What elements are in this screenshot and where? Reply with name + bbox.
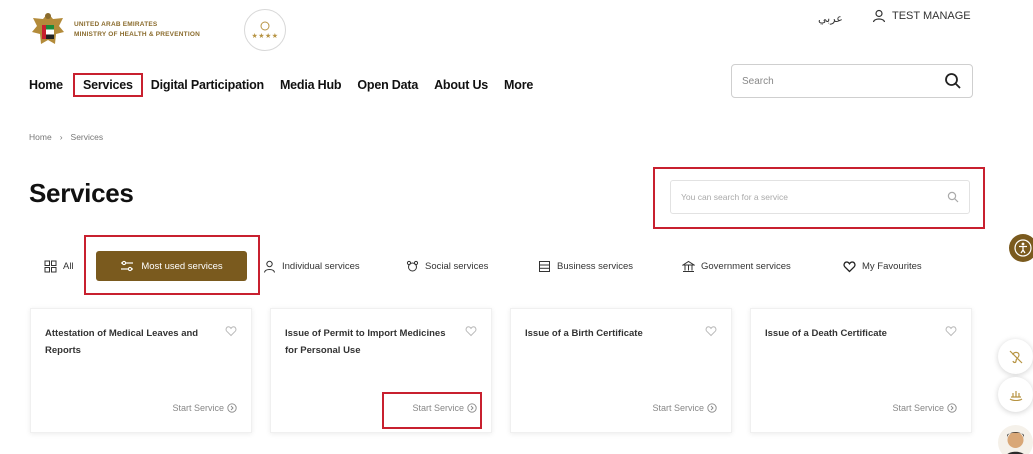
user-icon xyxy=(872,9,886,23)
tab-individual-services[interactable]: Individual services xyxy=(263,252,360,280)
breadcrumb-services: Services xyxy=(70,132,104,142)
nav-media-hub[interactable]: Media Hub xyxy=(280,78,342,92)
heart-icon xyxy=(843,260,856,272)
building-icon xyxy=(539,260,550,272)
tab-most-used-services[interactable]: Most used services xyxy=(96,251,247,281)
tab-my-favourites[interactable]: My Favourites xyxy=(843,252,922,280)
heart-icon[interactable] xyxy=(225,325,237,337)
breadcrumb-home[interactable]: Home xyxy=(29,132,52,142)
site-search-input[interactable]: Search xyxy=(731,64,973,98)
main-nav: Home Services Digital Participation Medi… xyxy=(29,73,549,97)
tab-government-services[interactable]: Government services xyxy=(682,252,791,280)
chatbot-avatar-icon xyxy=(1007,432,1024,454)
badge-stars: ★★★★ xyxy=(251,33,279,40)
ministry-name: UNITED ARAB EMIRATES MINISTRY OF HEALTH … xyxy=(74,21,200,38)
nav-services[interactable]: Services xyxy=(72,73,143,97)
social-icon xyxy=(406,260,419,271)
star-rating-badge: ★★★★ xyxy=(244,9,286,51)
nav-more[interactable]: More xyxy=(504,78,533,92)
start-service-label: Start Service xyxy=(652,403,704,413)
tab-favourites-label: My Favourites xyxy=(862,260,922,272)
hearing-off-icon xyxy=(1009,350,1022,363)
user-name: TEST MANAGE xyxy=(892,10,971,22)
tab-individual-label: Individual services xyxy=(282,260,360,272)
service-card[interactable]: Issue of a Birth Certificate Start Servi… xyxy=(510,308,732,433)
user-menu[interactable]: TEST MANAGE xyxy=(872,9,971,23)
government-building-icon xyxy=(682,260,695,272)
language-switch[interactable]: عربي xyxy=(818,12,843,25)
start-service-link[interactable]: Start Service xyxy=(892,403,957,413)
accessibility-button[interactable] xyxy=(1009,234,1033,262)
chatbot-avatar-button[interactable] xyxy=(998,425,1033,454)
service-card-title: Issue of Permit to Import Medicines for … xyxy=(285,328,446,356)
heart-icon[interactable] xyxy=(945,325,957,337)
service-search-highlight: You can search for a service xyxy=(653,167,985,229)
tab-all-label: All xyxy=(63,260,74,272)
site-search-placeholder: Search xyxy=(742,75,774,87)
breadcrumb: Home › Services xyxy=(29,132,111,142)
heart-icon[interactable] xyxy=(465,325,477,337)
hand-icon xyxy=(1009,390,1022,401)
page-title: Services xyxy=(29,178,134,208)
nav-digital-participation[interactable]: Digital Participation xyxy=(151,78,264,92)
nav-about-us[interactable]: About Us xyxy=(434,78,488,92)
nav-home[interactable]: Home xyxy=(29,78,63,92)
tab-business-services[interactable]: Business services xyxy=(538,252,633,280)
sign-language-button[interactable] xyxy=(998,377,1033,412)
heart-icon[interactable] xyxy=(705,325,717,337)
tab-government-label: Government services xyxy=(701,260,791,272)
tab-most-used-label: Most used services xyxy=(141,260,223,272)
tab-business-label: Business services xyxy=(557,260,634,272)
uae-emblem-icon xyxy=(28,10,68,50)
start-service-highlight xyxy=(382,392,482,429)
audio-toggle-button[interactable] xyxy=(998,339,1033,374)
tab-social-label: Social services xyxy=(425,260,489,272)
arrow-circle-icon xyxy=(227,403,237,413)
accessibility-icon xyxy=(1014,239,1032,257)
nav-open-data[interactable]: Open Data xyxy=(357,78,418,92)
service-search-input[interactable]: You can search for a service xyxy=(670,180,970,214)
sliders-icon xyxy=(121,260,134,272)
start-service-label: Start Service xyxy=(892,403,944,413)
start-service-label: Start Service xyxy=(172,403,224,413)
service-card[interactable]: Attestation of Medical Leaves and Report… xyxy=(30,308,252,433)
person-icon xyxy=(264,260,275,273)
arrow-circle-icon xyxy=(947,403,957,413)
grid-icon xyxy=(44,260,57,272)
search-icon[interactable] xyxy=(947,191,959,203)
service-card-title: Issue of a Birth Certificate xyxy=(525,328,643,339)
service-card-title: Attestation of Medical Leaves and Report… xyxy=(45,328,199,356)
tab-all[interactable]: All xyxy=(44,252,74,280)
badge-emblem-icon xyxy=(260,21,270,31)
start-service-link[interactable]: Start Service xyxy=(172,403,237,413)
start-service-link[interactable]: Start Service xyxy=(652,403,717,413)
search-icon[interactable] xyxy=(944,72,962,90)
moh-logo[interactable]: UNITED ARAB EMIRATES MINISTRY OF HEALTH … xyxy=(28,8,243,52)
service-card[interactable]: Issue of a Death Certificate Start Servi… xyxy=(750,308,972,433)
service-search-placeholder: You can search for a service xyxy=(681,192,788,202)
service-card-title: Issue of a Death Certificate xyxy=(765,328,887,339)
breadcrumb-separator: › xyxy=(59,132,63,142)
arrow-circle-icon xyxy=(707,403,717,413)
tab-social-services[interactable]: Social services xyxy=(406,252,488,280)
